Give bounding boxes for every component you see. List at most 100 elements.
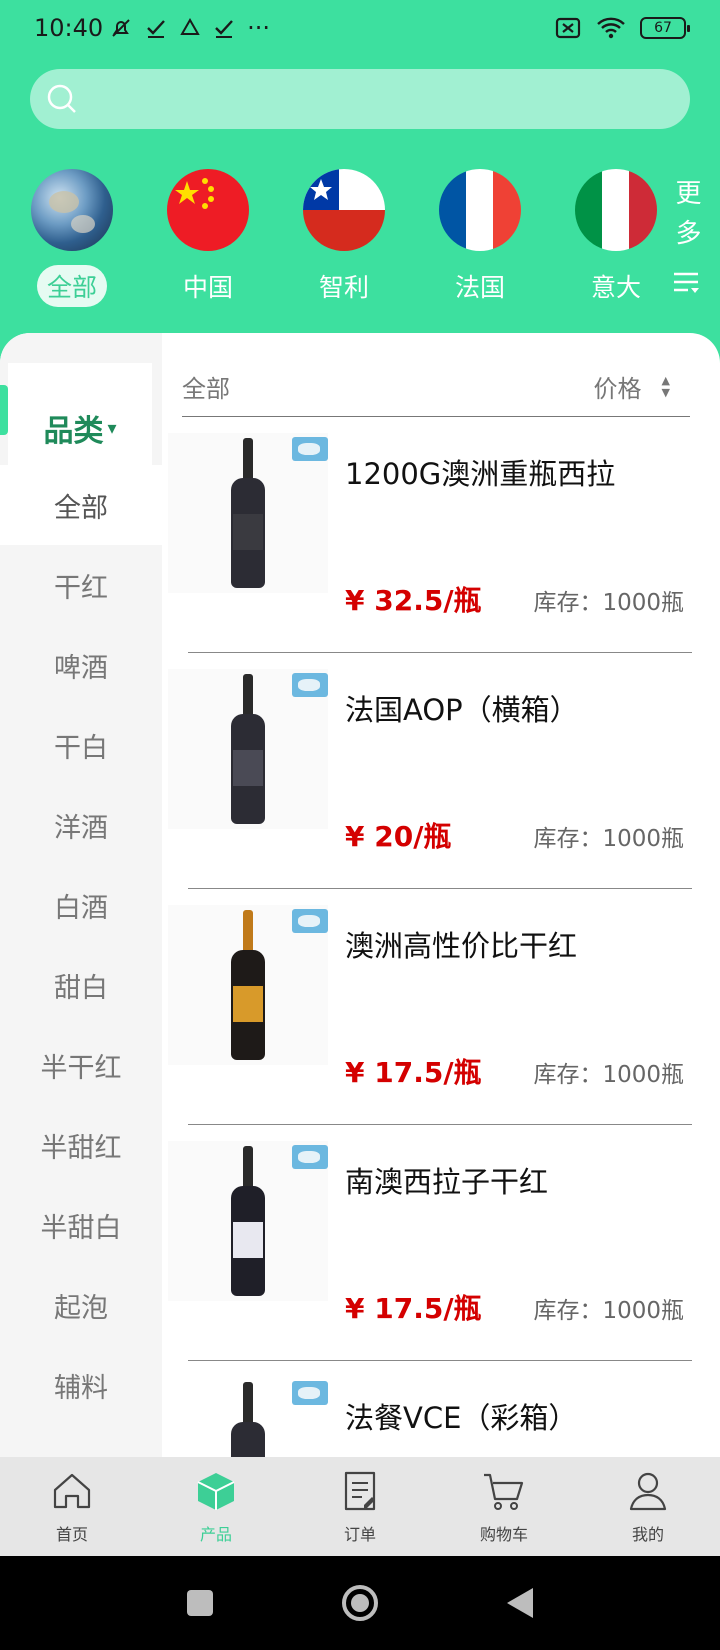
profile-icon: [629, 1472, 667, 1511]
wine-bottle-icon: [231, 1382, 265, 1457]
sort-down-icon: ▼: [661, 385, 670, 399]
country-all[interactable]: 全部: [22, 165, 122, 307]
wifi-icon: [597, 17, 625, 39]
country-label: 意大: [590, 273, 641, 302]
tab-products[interactable]: 产品: [144, 1457, 288, 1556]
category-item[interactable]: 啤酒: [0, 625, 162, 705]
product-item[interactable]: 澳洲高性价比干红 ¥ 17.5/瓶 库存：1000瓶: [162, 889, 720, 1125]
tab-profile[interactable]: 我的: [576, 1457, 720, 1556]
origin-map-icon: [292, 673, 328, 697]
earth-icon: [31, 169, 113, 251]
order-icon: [344, 1471, 376, 1511]
filter-category[interactable]: 全部: [182, 369, 230, 404]
category-item[interactable]: 甜白: [0, 945, 162, 1025]
search-input[interactable]: [86, 69, 690, 129]
search-bar[interactable]: [30, 69, 690, 129]
search-icon: [47, 84, 76, 113]
check-icon: [147, 20, 166, 38]
category-item[interactable]: 辅料: [0, 1345, 162, 1425]
category-header-label: 品类: [43, 414, 104, 449]
back-button[interactable]: [500, 1583, 540, 1623]
system-nav-bar: [0, 1556, 720, 1650]
circle-icon: [342, 1585, 378, 1621]
italy-flag-icon: [575, 169, 657, 251]
product-item[interactable]: 法餐VCE（彩箱）: [162, 1361, 720, 1457]
main-panel: 品类 ▾ 全部 干红 啤酒 干白 洋酒 白酒 甜白 半干红 半甜红 半甜白 起泡…: [0, 333, 720, 1457]
category-item[interactable]: 半干红: [0, 1025, 162, 1105]
country-label: 法国: [454, 273, 505, 302]
product-name: 法国AOP（横箱）: [345, 693, 579, 727]
origin-map-icon: [292, 437, 328, 461]
wine-bottle-icon: [231, 1146, 265, 1296]
country-filter: 全部 中国 智利 法国 意大 更多: [0, 165, 720, 315]
origin-map-icon: [292, 1381, 328, 1405]
country-france[interactable]: 法国: [430, 165, 530, 307]
category-item[interactable]: 半甜红: [0, 1105, 162, 1185]
sort-up-icon: ▲: [661, 373, 670, 387]
category-item-all[interactable]: 全部: [0, 465, 162, 545]
category-item[interactable]: 干红: [0, 545, 162, 625]
tab-cart[interactable]: 购物车: [432, 1457, 576, 1556]
category-accent: [0, 385, 8, 435]
sim-off-icon: [555, 17, 581, 39]
back-triangle-icon: [507, 1588, 533, 1618]
product-name: 澳洲高性价比干红: [345, 929, 578, 963]
product-price: ¥ 32.5/瓶: [345, 584, 482, 617]
caret-down-icon: ▾: [107, 417, 117, 439]
menu-down-icon: [674, 272, 699, 293]
category-item[interactable]: 起泡: [0, 1265, 162, 1345]
recent-apps-button[interactable]: [180, 1583, 220, 1623]
battery-indicator: 67: [640, 17, 690, 39]
category-item[interactable]: 半甜白: [0, 1185, 162, 1265]
product-item[interactable]: 法国AOP（横箱） ¥ 20/瓶 库存：1000瓶: [162, 653, 720, 889]
more-countries-button[interactable]: 更多: [666, 165, 706, 313]
status-time: 10:40: [34, 14, 104, 42]
home-nav-button[interactable]: [340, 1583, 380, 1623]
country-label: 中国: [182, 273, 233, 302]
product-stock: 库存：1000瓶: [533, 1298, 684, 1324]
country-label: 智利: [318, 273, 369, 302]
product-price: ¥ 17.5/瓶: [345, 1056, 482, 1089]
tab-home[interactable]: 首页: [0, 1457, 144, 1556]
country-chile[interactable]: 智利: [294, 165, 394, 307]
origin-map-icon: [292, 909, 328, 933]
wine-bottle-icon: [231, 910, 265, 1060]
product-stock: 库存：1000瓶: [533, 826, 684, 852]
product-item[interactable]: 南澳西拉子干红 ¥ 17.5/瓶 库存：1000瓶: [162, 1125, 720, 1361]
country-china[interactable]: 中国: [158, 165, 258, 307]
tab-label: 购物车: [479, 1525, 528, 1544]
product-item[interactable]: 1200G澳洲重瓶西拉 ¥ 32.5/瓶 库存：1000瓶: [162, 417, 720, 653]
tab-label: 首页: [55, 1525, 88, 1544]
check-icon-2: [215, 20, 234, 38]
chile-flag-icon: [303, 169, 385, 251]
tab-label: 产品: [199, 1525, 232, 1544]
france-flag-icon: [439, 169, 521, 251]
status-bar: 10:40 ··· 67: [0, 0, 720, 56]
status-right: 67: [554, 16, 690, 40]
product-name: 1200G澳洲重瓶西拉: [345, 457, 616, 491]
square-icon: [187, 1590, 213, 1616]
status-more-dots: ···: [247, 14, 271, 42]
tab-label: 订单: [343, 1525, 376, 1544]
category-item[interactable]: 洋酒: [0, 785, 162, 865]
wine-bottle-icon: [231, 674, 265, 824]
category-item[interactable]: 白酒: [0, 865, 162, 945]
more-label: 更多: [671, 179, 701, 259]
product-box-icon: [197, 1473, 235, 1510]
tab-label: 我的: [631, 1525, 664, 1544]
product-name: 南澳西拉子干红: [345, 1165, 549, 1199]
country-italy[interactable]: 意大: [566, 165, 666, 307]
mute-bell-icon: [112, 19, 130, 37]
price-sort-label: 价格: [593, 375, 642, 403]
tab-orders[interactable]: 订单: [288, 1457, 432, 1556]
country-label: 全部: [36, 265, 107, 307]
product-price: ¥ 17.5/瓶: [345, 1292, 482, 1325]
price-sort-button[interactable]: 价格 ▲ ▼: [594, 369, 690, 404]
category-list: 全部 干红 啤酒 干白 洋酒 白酒 甜白 半干红 半甜红 半甜白 起泡 辅料: [0, 465, 162, 1425]
product-stock: 库存：1000瓶: [533, 590, 684, 616]
china-flag-icon: [167, 169, 249, 251]
category-item[interactable]: 干白: [0, 705, 162, 785]
wine-bottle-icon: [231, 438, 265, 588]
drive-icon: [180, 17, 200, 35]
cart-icon: [484, 1473, 524, 1510]
